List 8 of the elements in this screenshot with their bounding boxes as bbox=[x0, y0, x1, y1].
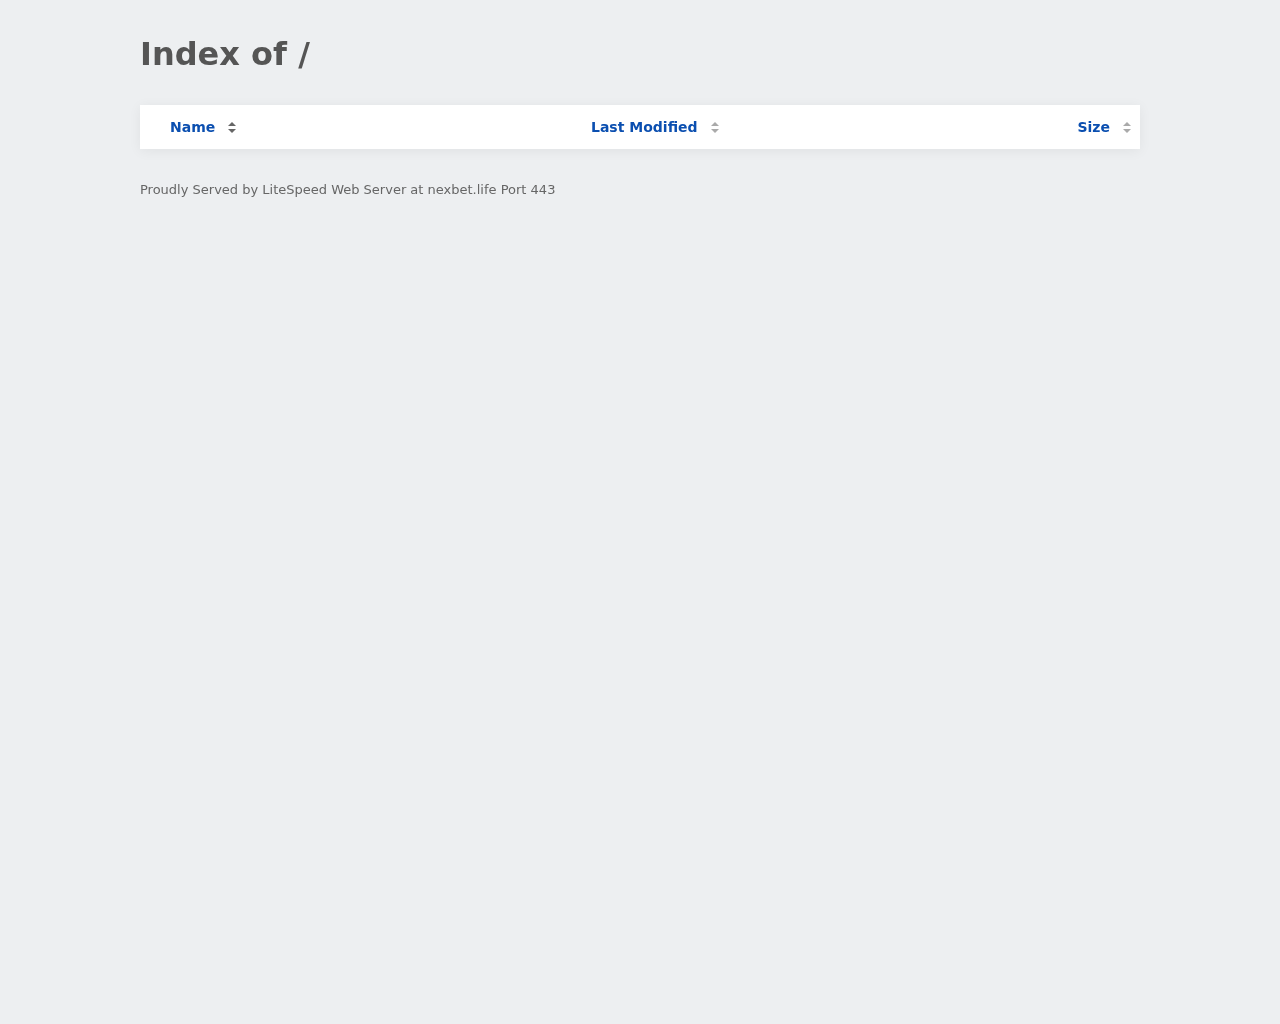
page-title: Index of / bbox=[140, 34, 311, 74]
server-footer: Proudly Served by LiteSpeed Web Server at nexbet.life Port 443 bbox=[140, 180, 1140, 200]
column-header-link[interactable]: Last Modified bbox=[591, 116, 719, 138]
column-header-link[interactable]: Size bbox=[1077, 116, 1131, 138]
sort-icon bbox=[710, 121, 719, 133]
column-header-link[interactable]: Name bbox=[170, 116, 237, 138]
sort-icon bbox=[228, 121, 237, 133]
sort-icon bbox=[1123, 121, 1131, 133]
